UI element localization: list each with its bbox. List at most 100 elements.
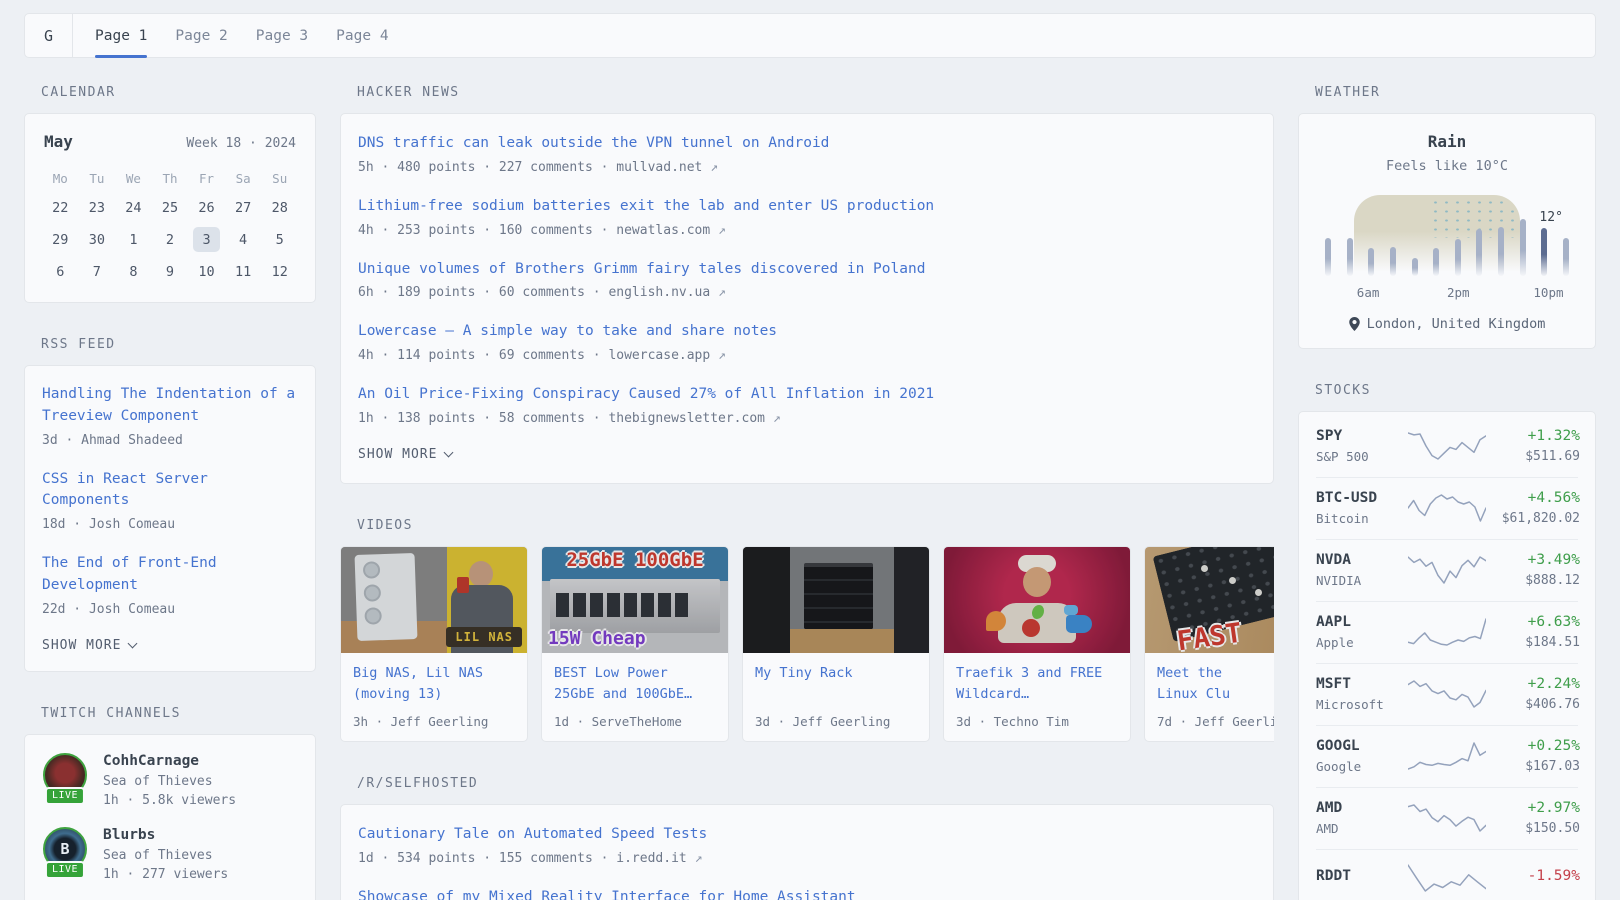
stock-row[interactable]: NVDA NVIDIA +3.49% $888.12 [1316,539,1578,601]
stock-row[interactable]: BTC-USD Bitcoin +4.56% $61,820.02 [1316,477,1578,539]
calendar-day: 4 [225,227,262,252]
reddit-widget: /R/SELFHOSTED Cautionary Tale on Automat… [340,776,1274,900]
stock-row[interactable]: MSFT Microsoft +2.24% $406.76 [1316,663,1578,725]
hackernews-item-meta: 4h · 114 points · 69 comments · lowercas… [358,348,1256,363]
video-title-link[interactable]: Traefik 3 and FREE Wildcard… [956,663,1118,705]
weather-bar [1368,248,1374,276]
calendar-day: 9 [152,259,189,284]
stock-change: +0.25% [1486,738,1580,754]
rss-item-link[interactable]: CSS in React Server Components [42,469,298,513]
tab-page-1[interactable]: Page 1 [95,14,147,57]
hackernews-item-link[interactable]: Lithium-free sodium batteries exit the l… [358,196,1256,218]
video-title-link[interactable]: My Tiny Rack [755,663,917,705]
video-card[interactable]: FAST Meet the Linux Clu 7d · Jeff Geerli… [1144,546,1274,742]
stock-sparkline [1408,430,1486,462]
stock-name: Apple [1316,635,1408,650]
stock-price: $511.69 [1486,449,1580,464]
external-link-icon: ↗ [718,285,726,300]
twitch-channel-name[interactable]: Blurbs [103,827,228,843]
video-thumbnail: FAST [1145,547,1274,653]
weather-current-temp: 12° [1539,210,1562,225]
stock-price: $184.51 [1486,635,1580,650]
external-link-icon: ↗ [773,411,781,426]
rss-item-link[interactable]: Handling The Indentation of a Treeview C… [42,384,298,428]
hackernews-show-more-button[interactable]: SHOW MORE [358,447,1256,462]
video-meta: 7d · Jeff Geerling [1157,714,1274,729]
weather-hour-label: 6am [1357,285,1380,300]
stock-row[interactable]: AMD AMD +2.97% $150.50 [1316,787,1578,849]
tab-page-4[interactable]: Page 4 [336,14,388,57]
video-meta: 3d · Jeff Geerling [755,714,917,729]
stock-change: +6.63% [1486,614,1580,630]
calendar-day: 10 [188,259,225,284]
weather-bar [1325,238,1331,276]
video-title-link[interactable]: Big NAS, Lil NAS (moving 13) [353,663,515,705]
weather-widget: WEATHER Rain Feels like 10°C 12° 6am2pm1… [1298,85,1596,349]
calendar-section-title: CALENDAR [41,85,316,100]
videos-section-title: VIDEOS [357,518,1274,533]
video-title-link[interactable]: Meet the Linux Clu [1157,663,1274,705]
hackernews-item-link[interactable]: An Oil Price-Fixing Conspiracy Caused 27… [358,384,1256,406]
location-pin-icon [1349,317,1360,331]
calendar-day: 27 [225,195,262,220]
stock-row[interactable]: SPY S&P 500 +1.32% $511.69 [1316,416,1578,477]
weather-bar [1390,247,1396,276]
stock-change: -1.59% [1486,868,1580,884]
tab-page-3[interactable]: Page 3 [256,14,308,57]
reddit-section-title: /R/SELFHOSTED [357,776,1274,791]
weekday-label: Su [261,168,298,188]
rss-item: CSS in React Server Components 18d · Jos… [42,469,298,533]
stock-symbol: AAPL [1316,614,1408,630]
weekday-label: Tu [79,168,116,188]
hackernews-widget: HACKER NEWS DNS traffic can leak outside… [340,85,1274,484]
reddit-item-link[interactable]: Cautionary Tale on Automated Speed Tests [358,824,1256,846]
stocks-section-title: STOCKS [1315,383,1596,398]
rss-section-title: RSS FEED [41,337,316,352]
reddit-item-link[interactable]: Showcase of my Mixed Reality Interface f… [358,887,1256,900]
stock-symbol: NVDA [1316,552,1408,568]
hackernews-item-link[interactable]: Unique volumes of Brothers Grimm fairy t… [358,259,1256,281]
calendar-year: 2024 [265,136,296,151]
twitch-channel-row[interactable]: LIVE CohhCarnage Sea of Thieves 1h · 5.8… [42,753,298,808]
rss-show-more-button[interactable]: SHOW MORE [42,638,298,653]
stock-sparkline [1408,862,1486,894]
hackernews-item: Lowercase – A simple way to take and sha… [358,321,1256,363]
hackernews-item: Lithium-free sodium batteries exit the l… [358,196,1256,238]
calendar-day: 8 [115,259,152,284]
rss-item-link[interactable]: The End of Front-End Development [42,553,298,597]
video-card[interactable]: LIL NAS Big NAS, Lil NAS (moving 13) 3h … [340,546,528,742]
app-logo[interactable]: G [25,14,72,57]
rss-card: Handling The Indentation of a Treeview C… [24,365,316,672]
calendar-day: 25 [152,195,189,220]
video-title-link[interactable]: BEST Low Power 25GbE and 100GbE Switch… [554,663,716,705]
hackernews-item-link[interactable]: Lowercase – A simple way to take and sha… [358,321,1256,343]
stock-name: Bitcoin [1316,511,1408,526]
chevron-down-icon [128,638,138,648]
hackernews-item-link[interactable]: DNS traffic can leak outside the VPN tun… [358,133,1256,155]
stock-symbol: SPY [1316,428,1408,444]
stock-sparkline [1408,554,1486,586]
stock-row[interactable]: GOOGL Google +0.25% $167.03 [1316,725,1578,787]
weather-bar [1476,229,1482,276]
stock-price: $406.76 [1486,697,1580,712]
stock-row[interactable]: RDDT -1.59% [1316,849,1578,900]
calendar-day: 29 [42,227,79,252]
reddit-item-meta: 1d · 534 points · 155 comments · i.redd.… [358,851,1256,866]
stock-sparkline [1408,678,1486,710]
weather-bar [1412,258,1418,276]
tab-page-2[interactable]: Page 2 [175,14,227,57]
stock-row[interactable]: AAPL Apple +6.63% $184.51 [1316,601,1578,663]
hackernews-item-meta: 6h · 189 points · 60 comments · english.… [358,285,1256,300]
calendar-day: 2 [152,227,189,252]
rss-widget: RSS FEED Handling The Indentation of a T… [24,337,316,672]
reddit-item: Cautionary Tale on Automated Speed Tests… [358,824,1256,866]
stock-symbol: GOOGL [1316,738,1408,754]
calendar-day: 12 [261,259,298,284]
twitch-channel-row[interactable]: B LIVE Blurbs Sea of Thieves 1h · 277 vi… [42,827,298,882]
twitch-channel-name[interactable]: CohhCarnage [103,753,236,769]
twitch-section-title: TWITCH CHANNELS [41,706,316,721]
video-card[interactable]: Traefik 3 and FREE Wildcard… 3d · Techno… [943,546,1131,742]
calendar-day: 7 [79,259,116,284]
video-card[interactable]: 25GbE 100GbE 15W Cheap BEST Low Power 25… [541,546,729,742]
video-card[interactable]: My Tiny Rack 3d · Jeff Geerling [742,546,930,742]
